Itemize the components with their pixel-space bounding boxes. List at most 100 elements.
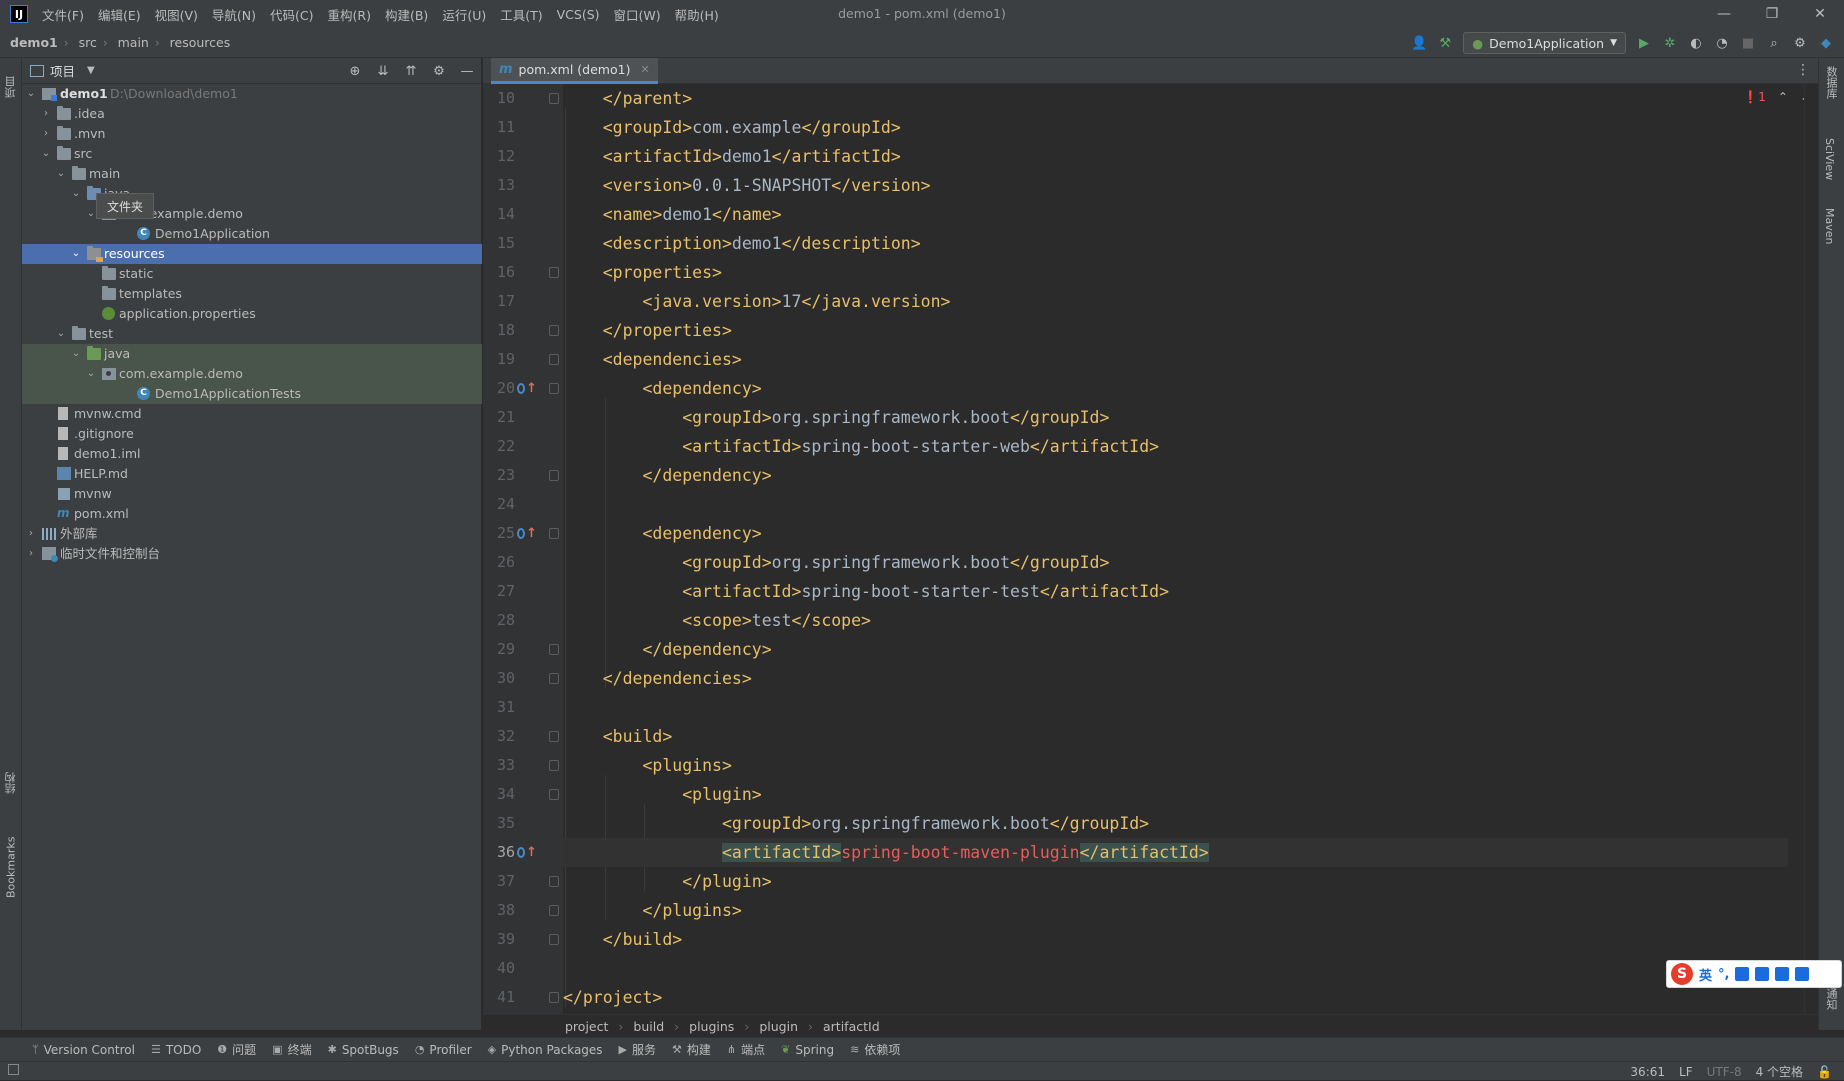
- tree-item-mvn[interactable]: › .mvn: [22, 124, 482, 144]
- run-icon[interactable]: ▶: [1636, 35, 1652, 51]
- expand-all-icon[interactable]: ⇊: [375, 63, 391, 79]
- chevron-down-icon[interactable]: ⌄: [71, 344, 81, 364]
- crumb-src[interactable]: src: [79, 35, 97, 50]
- chevron-down-icon[interactable]: ⌄: [86, 364, 96, 384]
- tree-item-scratches[interactable]: › 临时文件和控制台: [22, 544, 482, 564]
- chevron-right-icon[interactable]: ›: [26, 524, 36, 544]
- tree-item-static[interactable]: static: [22, 264, 482, 284]
- line-number[interactable]: 18: [483, 316, 515, 345]
- code-line[interactable]: </properties>: [563, 316, 1788, 345]
- tree-item-templates[interactable]: templates: [22, 284, 482, 304]
- tree-item-resources[interactable]: ⌄ resources: [22, 244, 482, 264]
- tree-item-gitignore[interactable]: .gitignore: [22, 424, 482, 444]
- code-line[interactable]: <dependencies>: [563, 345, 1788, 374]
- toolbox-icon[interactable]: [1795, 967, 1810, 981]
- crumb-main[interactable]: main: [118, 35, 149, 50]
- line-number[interactable]: 29: [483, 635, 515, 664]
- inspection-widget[interactable]: ❗1 ⌃ ⌄: [1743, 90, 1810, 104]
- ime-mode[interactable]: 英: [1699, 965, 1712, 984]
- code-line[interactable]: <artifactId>demo1</artifactId>: [563, 142, 1788, 171]
- line-number[interactable]: 10: [483, 84, 515, 113]
- code-line[interactable]: <artifactId>spring-boot-starter-web</art…: [563, 432, 1788, 461]
- tool-spring[interactable]: ❦ Spring: [781, 1043, 834, 1057]
- tree-item-demo1applicationtests[interactable]: Demo1ApplicationTests: [22, 384, 482, 404]
- line-number[interactable]: 36: [483, 838, 515, 867]
- tool-spotbugs[interactable]: ✱ SpotBugs: [328, 1043, 399, 1057]
- menu-edit[interactable]: 编辑(E): [98, 5, 141, 24]
- chevron-down-icon[interactable]: ⌄: [71, 184, 81, 204]
- tool-todo[interactable]: ☰ TODO: [151, 1043, 201, 1057]
- chevron-right-icon[interactable]: ›: [41, 124, 51, 144]
- tool-terminal[interactable]: ▣ 终端: [272, 1041, 311, 1058]
- fold-marker-icon[interactable]: [549, 992, 559, 1003]
- fold-marker-icon[interactable]: [549, 760, 559, 771]
- maven-tool-tab[interactable]: Maven: [1823, 208, 1836, 244]
- crumb-plugins-tag[interactable]: plugins: [689, 1019, 734, 1034]
- more-tabs-icon[interactable]: ⋮: [1796, 62, 1810, 78]
- line-number[interactable]: 13: [483, 171, 515, 200]
- line-number[interactable]: 21: [483, 403, 515, 432]
- tool-endpoints[interactable]: ⋔ 端点: [727, 1041, 765, 1058]
- build-hammer-icon[interactable]: ⚒: [1437, 35, 1453, 51]
- code-line[interactable]: </plugin>: [563, 867, 1788, 896]
- line-number[interactable]: 27: [483, 577, 515, 606]
- code-line[interactable]: <scope>test</scope>: [563, 606, 1788, 635]
- line-number[interactable]: 25: [483, 519, 515, 548]
- line-number[interactable]: 38: [483, 896, 515, 925]
- menu-view[interactable]: 视图(V): [155, 5, 198, 24]
- line-number[interactable]: 22: [483, 432, 515, 461]
- line-number[interactable]: 40: [483, 954, 515, 983]
- chevron-down-icon[interactable]: ⌄: [26, 84, 36, 104]
- crumb-resources[interactable]: resources: [170, 35, 231, 50]
- crumb-project[interactable]: demo1: [10, 35, 58, 50]
- sciview-tool-tab[interactable]: SciView: [1823, 138, 1836, 180]
- tree-item-test-package[interactable]: ⌄ com.example.demo: [22, 364, 482, 384]
- code-line[interactable]: </plugins>: [563, 896, 1788, 925]
- code-line[interactable]: <plugins>: [563, 751, 1788, 780]
- chevron-down-icon[interactable]: ⌄: [86, 204, 96, 224]
- line-number[interactable]: 24: [483, 490, 515, 519]
- user-icon[interactable]: 👤: [1411, 35, 1427, 51]
- line-number[interactable]: 14: [483, 200, 515, 229]
- tree-item-demo1-iml[interactable]: demo1.iml: [22, 444, 482, 464]
- fold-marker-icon[interactable]: [549, 905, 559, 916]
- tree-item-main[interactable]: ⌄ main: [22, 164, 482, 184]
- hide-panel-icon[interactable]: —: [459, 63, 475, 79]
- code-line[interactable]: <groupId>org.springframework.boot</group…: [563, 403, 1788, 432]
- code-area[interactable]: </parent> <groupId>com.example</groupId>…: [563, 84, 1788, 1014]
- editor-scrollbar[interactable]: [1804, 84, 1818, 1014]
- fold-marker-icon[interactable]: [549, 354, 559, 365]
- fold-marker-icon[interactable]: [549, 528, 559, 539]
- indent-setting[interactable]: 4 个空格: [1756, 1063, 1803, 1080]
- line-number[interactable]: 15: [483, 229, 515, 258]
- code-line[interactable]: <groupId>com.example</groupId>: [563, 113, 1788, 142]
- tree-item-mvnw-cmd[interactable]: mvnw.cmd: [22, 404, 482, 424]
- minimize-button[interactable]: —: [1700, 0, 1748, 28]
- tree-item-pom-xml[interactable]: pom.xml: [22, 504, 482, 524]
- tree-item-demo1application[interactable]: Demo1Application: [22, 224, 482, 244]
- panel-toggle-icon[interactable]: [8, 1064, 19, 1075]
- tree-item-idea[interactable]: › .idea: [22, 104, 482, 124]
- overrides-marker-icon[interactable]: ↑: [517, 523, 537, 543]
- tool-services[interactable]: ▶ 服务: [619, 1041, 656, 1058]
- menu-run[interactable]: 运行(U): [442, 5, 486, 24]
- profile-icon[interactable]: ◔: [1714, 35, 1730, 51]
- line-number[interactable]: 37: [483, 867, 515, 896]
- skin-icon[interactable]: [1775, 967, 1790, 981]
- menu-help[interactable]: 帮助(H): [675, 5, 719, 24]
- code-line[interactable]: <dependency>: [563, 374, 1788, 403]
- line-number[interactable]: 20: [483, 374, 515, 403]
- code-line[interactable]: <java.version>17</java.version>: [563, 287, 1788, 316]
- restore-button[interactable]: ❐: [1748, 0, 1796, 28]
- microphone-icon[interactable]: [1735, 967, 1750, 981]
- fold-marker-icon[interactable]: [549, 789, 559, 800]
- code-line[interactable]: <description>demo1</description>: [563, 229, 1788, 258]
- chevron-down-icon[interactable]: ⌄: [71, 244, 81, 264]
- menu-navigate[interactable]: 导航(N): [212, 5, 256, 24]
- settings-gear-icon[interactable]: ⚙: [1792, 35, 1808, 51]
- fold-marker-icon[interactable]: [549, 93, 559, 104]
- run-configuration-select[interactable]: ● Demo1Application ▼: [1463, 32, 1626, 54]
- lock-icon[interactable]: 🔓: [1817, 1065, 1832, 1079]
- tool-dependencies[interactable]: ≋ 依赖项: [850, 1041, 900, 1058]
- fold-marker-icon[interactable]: [549, 267, 559, 278]
